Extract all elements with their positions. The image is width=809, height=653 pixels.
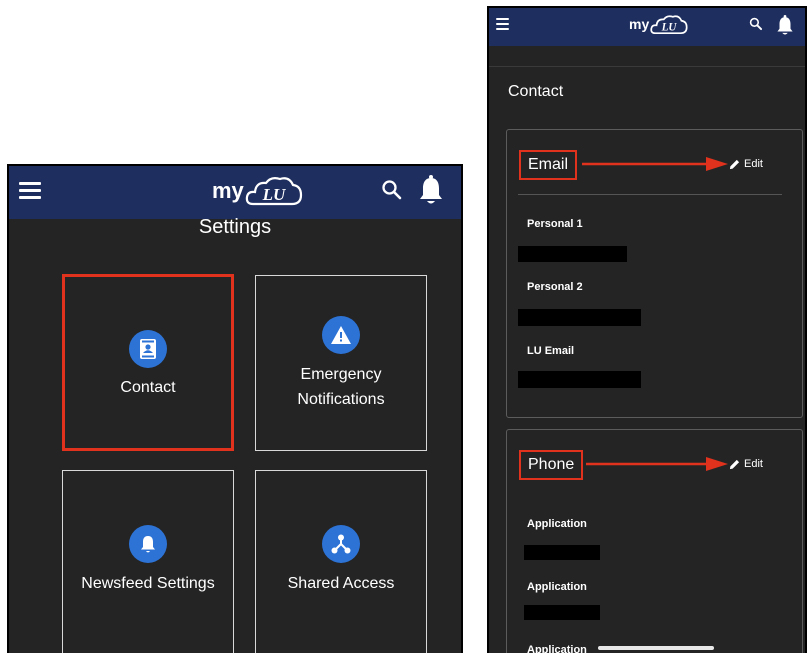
mylu-logo[interactable]: my LU bbox=[629, 13, 688, 35]
email-card: Email Edit Personal 1 Personal 2 LU Emai… bbox=[506, 129, 803, 418]
cloud-logo-icon: LU bbox=[245, 177, 302, 206]
redacted-value bbox=[518, 371, 641, 388]
search-icon[interactable] bbox=[381, 179, 403, 201]
contact-screen: my LU Contact Email Edit Personal 1 Pers… bbox=[487, 6, 807, 653]
header-divider bbox=[489, 66, 805, 67]
bell-icon[interactable] bbox=[776, 15, 794, 37]
share-icon bbox=[322, 525, 360, 563]
edit-label: Edit bbox=[744, 458, 763, 470]
phone-section-label: Phone bbox=[519, 450, 584, 480]
app-header: my LU bbox=[489, 8, 805, 46]
bell-icon[interactable] bbox=[418, 175, 444, 207]
field-label-lu-email: LU Email bbox=[527, 345, 575, 357]
edit-label: Edit bbox=[744, 158, 763, 170]
pencil-icon bbox=[729, 459, 740, 469]
redacted-value bbox=[518, 246, 627, 262]
phone-card: Phone Edit Application Application Appli… bbox=[506, 429, 803, 653]
contact-tile[interactable]: Contact bbox=[62, 274, 234, 451]
divider bbox=[518, 194, 782, 195]
cloud-logo-icon: LU bbox=[650, 15, 688, 35]
tile-label-shared-access: Shared Access bbox=[287, 575, 395, 592]
field-label-application: Application bbox=[527, 644, 587, 653]
bell-icon bbox=[129, 525, 167, 563]
annotation-arrow bbox=[586, 457, 728, 471]
home-indicator bbox=[598, 646, 714, 650]
page-title: Settings bbox=[198, 216, 272, 238]
search-icon[interactable] bbox=[749, 17, 763, 31]
page-title: Contact bbox=[508, 83, 564, 100]
email-edit-button[interactable]: Edit bbox=[729, 158, 763, 170]
settings-screen: my LU Settings Contact Emergency Notific… bbox=[7, 164, 463, 653]
field-label-personal-2: Personal 2 bbox=[527, 281, 583, 293]
tile-label-notifications: Notifications bbox=[297, 391, 385, 408]
logo-mark: LU bbox=[261, 185, 285, 204]
email-section-label: Email bbox=[519, 150, 578, 180]
menu-icon[interactable] bbox=[19, 182, 41, 203]
app-header: my LU bbox=[9, 166, 461, 219]
shared-access-tile[interactable]: Shared Access bbox=[255, 470, 427, 653]
newsfeed-settings-tile[interactable]: Newsfeed Settings bbox=[62, 470, 234, 653]
tile-label-newsfeed: Newsfeed Settings bbox=[81, 575, 215, 592]
annotation-arrow bbox=[582, 157, 728, 171]
menu-icon[interactable] bbox=[496, 18, 509, 33]
logo-prefix: my bbox=[629, 16, 650, 32]
field-label-application: Application bbox=[527, 581, 587, 593]
emergency-notifications-tile[interactable]: Emergency Notifications bbox=[255, 275, 427, 451]
redacted-value bbox=[518, 309, 641, 326]
mylu-logo[interactable]: my LU bbox=[212, 174, 303, 206]
tile-label-emergency: Emergency bbox=[300, 366, 382, 383]
contact-card-icon bbox=[129, 330, 167, 368]
pencil-icon bbox=[729, 159, 740, 169]
tile-label-contact: Contact bbox=[120, 379, 176, 396]
field-label-application: Application bbox=[527, 518, 587, 530]
redacted-value bbox=[524, 545, 600, 560]
field-label-personal-1: Personal 1 bbox=[527, 218, 583, 230]
logo-mark: LU bbox=[661, 22, 678, 34]
logo-prefix: my bbox=[212, 178, 244, 203]
redacted-value bbox=[524, 605, 600, 620]
phone-edit-button[interactable]: Edit bbox=[729, 458, 763, 470]
warning-icon bbox=[322, 316, 360, 354]
